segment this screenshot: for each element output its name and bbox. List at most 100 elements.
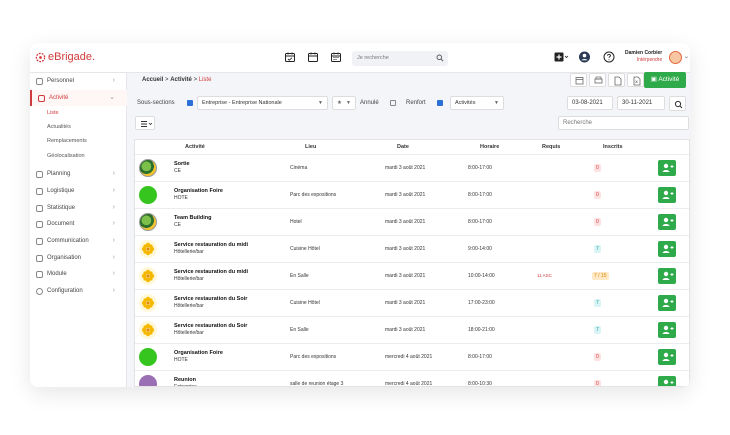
activity-title[interactable]: Reunion bbox=[174, 377, 196, 383]
sidebar-item-module[interactable]: Module › bbox=[30, 266, 127, 282]
print-button[interactable] bbox=[589, 73, 606, 87]
subsections-checkbox[interactable] bbox=[187, 100, 193, 106]
activity-subtitle: Hôtellerie/bar bbox=[174, 303, 204, 309]
activity-title[interactable]: Service restauration du Soir bbox=[174, 323, 247, 329]
sidebar-subitem-remplacements[interactable]: Remplacements bbox=[47, 138, 87, 144]
add-participant-button[interactable] bbox=[658, 268, 676, 284]
add-participant-button[interactable] bbox=[658, 376, 676, 386]
app-logo[interactable]: eBrigade. bbox=[35, 51, 95, 63]
reinforcement-label: Renfort bbox=[406, 100, 426, 106]
table-row[interactable]: Reunion Entreprise salle de reunion étage … bbox=[135, 370, 689, 387]
activity-title[interactable]: Organisation Foire bbox=[174, 188, 223, 194]
table-search-input[interactable]: Recherche bbox=[558, 116, 689, 130]
activity-title[interactable]: Service restauration du midi bbox=[174, 269, 248, 275]
calendar-icon[interactable] bbox=[307, 51, 319, 63]
add-participant-button[interactable] bbox=[658, 349, 676, 365]
table-row[interactable]: Service restauration du midi Hôtellerie/b… bbox=[135, 235, 689, 262]
table-row[interactable]: Service restauration du midi Hôtellerie/b… bbox=[135, 262, 689, 289]
activity-title[interactable]: Service restauration du Soir bbox=[174, 296, 247, 302]
activity-icon bbox=[38, 95, 45, 102]
add-participant-button[interactable] bbox=[658, 214, 676, 230]
add-participant-button[interactable] bbox=[658, 160, 676, 176]
column-header-requis[interactable]: Requis bbox=[542, 144, 560, 150]
activity-title[interactable]: Team Building bbox=[174, 215, 211, 221]
star-flower-icon bbox=[139, 294, 157, 312]
column-header-inscrits[interactable]: Inscrits bbox=[603, 144, 623, 150]
sidebar-subitem-actualites[interactable]: Actualités bbox=[47, 124, 71, 130]
activity-subtitle: Entreprise bbox=[174, 384, 197, 387]
date-from-input[interactable]: 03-08-2021 bbox=[567, 96, 613, 110]
table-row[interactable]: Service restauration du Soir Hôtellerie/b… bbox=[135, 289, 689, 316]
star-flower-icon bbox=[139, 267, 157, 285]
table-row[interactable]: Service restauration du Soir Hôtellerie/b… bbox=[135, 316, 689, 343]
search-icon[interactable] bbox=[436, 54, 444, 62]
help-icon[interactable] bbox=[603, 51, 615, 63]
breadcrumb-section[interactable]: Activité bbox=[170, 77, 192, 83]
sidebar-item-personnel[interactable]: Personnel › bbox=[30, 73, 127, 89]
calendar-check-icon[interactable] bbox=[284, 51, 296, 63]
global-search-input[interactable]: Je recherche bbox=[352, 51, 448, 66]
favorites-dropdown[interactable]: ★ ▼ bbox=[332, 96, 356, 110]
sidebar-subitem-geolocalisation[interactable]: Géolocalisation bbox=[47, 153, 85, 159]
column-header-activite[interactable]: Activité bbox=[185, 144, 205, 150]
table-row[interactable]: Organisation Foire HOTE Parc des expositio… bbox=[135, 343, 689, 370]
calendar-grid-icon[interactable] bbox=[330, 51, 342, 63]
table-row[interactable]: Team Building CE Hotel mardi 3 août 2021 8:0… bbox=[135, 208, 689, 235]
add-participant-button[interactable] bbox=[658, 295, 676, 311]
calendar-view-button[interactable] bbox=[570, 73, 587, 87]
users-icon[interactable] bbox=[578, 51, 591, 63]
sidebar-subitem-liste[interactable]: Liste bbox=[47, 110, 59, 116]
sidebar-item-statistique[interactable]: Statistique › bbox=[30, 200, 127, 216]
activity-title[interactable]: Organisation Foire bbox=[174, 350, 223, 356]
column-header-date[interactable]: Date bbox=[397, 144, 409, 150]
sidebar-item-planning[interactable]: Planning › bbox=[30, 166, 127, 182]
column-header-lieu[interactable]: Lieu bbox=[305, 144, 316, 150]
activity-location: Parc des expositions bbox=[290, 354, 337, 360]
sidebar-item-configuration[interactable]: Configuration › bbox=[30, 283, 127, 299]
sidebar-item-activite[interactable]: Activité ⌄ bbox=[30, 90, 127, 106]
file-icon bbox=[614, 76, 622, 86]
user-chevron-down-icon[interactable]: ⌄ bbox=[684, 53, 689, 60]
entity-select[interactable]: Entreprise - Entreprise Nationale ▼ bbox=[197, 96, 328, 110]
activity-location: Cuisine Hôtel bbox=[290, 246, 320, 252]
user-name: Damien Corbier bbox=[625, 50, 663, 56]
reinforcement-checkbox[interactable] bbox=[437, 100, 443, 106]
sidebar-item-organisation[interactable]: Organisation › bbox=[30, 250, 127, 266]
registered-count-badge: 0 bbox=[594, 164, 601, 172]
breadcrumb-home[interactable]: Accueil bbox=[142, 77, 163, 83]
export-pdf-button[interactable] bbox=[608, 73, 625, 87]
column-header-horaire[interactable]: Horaire bbox=[480, 144, 499, 150]
cancelled-checkbox[interactable] bbox=[390, 100, 396, 106]
activity-location: Parc des expositions bbox=[290, 192, 337, 198]
user-plus-icon bbox=[662, 352, 674, 361]
date-to-input[interactable]: 30-11-2021 bbox=[617, 96, 665, 110]
activity-title[interactable]: Service restauration du midi bbox=[174, 242, 248, 248]
user-menu[interactable]: Damien Corbier Intérpendre bbox=[625, 50, 662, 64]
add-participant-button[interactable] bbox=[658, 187, 676, 203]
breadcrumb-current: Liste bbox=[198, 77, 212, 83]
table-row[interactable]: Sortie CE Cinéma mardi 3 août 2021 8:00-17:0… bbox=[135, 154, 689, 181]
sidebar: Personnel › Activité ⌄ Liste Actualités Re… bbox=[30, 73, 127, 387]
date-to-value: 30-11-2021 bbox=[622, 100, 653, 106]
sidebar-item-document[interactable]: Document › bbox=[30, 216, 127, 232]
add-participant-button[interactable] bbox=[658, 241, 676, 257]
activity-title[interactable]: Sortie bbox=[174, 161, 190, 167]
activity-type-select[interactable]: Activités ▼ bbox=[450, 96, 504, 110]
add-participant-button[interactable] bbox=[658, 322, 676, 338]
star-flower-icon bbox=[139, 240, 157, 258]
user-plus-icon bbox=[662, 190, 674, 199]
table-row[interactable]: Organisation Foire HOTE Parc des expositio… bbox=[135, 181, 689, 208]
new-activity-button[interactable]: ▣ Activité bbox=[644, 72, 686, 88]
avatar[interactable] bbox=[669, 51, 682, 64]
registered-count-badge: 7 bbox=[594, 299, 601, 307]
planning-icon bbox=[36, 171, 43, 178]
add-menu-icon[interactable] bbox=[554, 51, 569, 63]
search-button[interactable] bbox=[669, 96, 686, 111]
registered-count-badge: 0 bbox=[594, 218, 601, 226]
user-plus-icon bbox=[662, 244, 674, 253]
export-excel-button[interactable] bbox=[627, 73, 644, 87]
column-view-dropdown[interactable] bbox=[135, 116, 155, 130]
sidebar-item-logistique[interactable]: Logistique › bbox=[30, 183, 127, 199]
sidebar-item-communication[interactable]: Communication › bbox=[30, 233, 127, 249]
activity-required: 11 ASC bbox=[537, 273, 552, 278]
